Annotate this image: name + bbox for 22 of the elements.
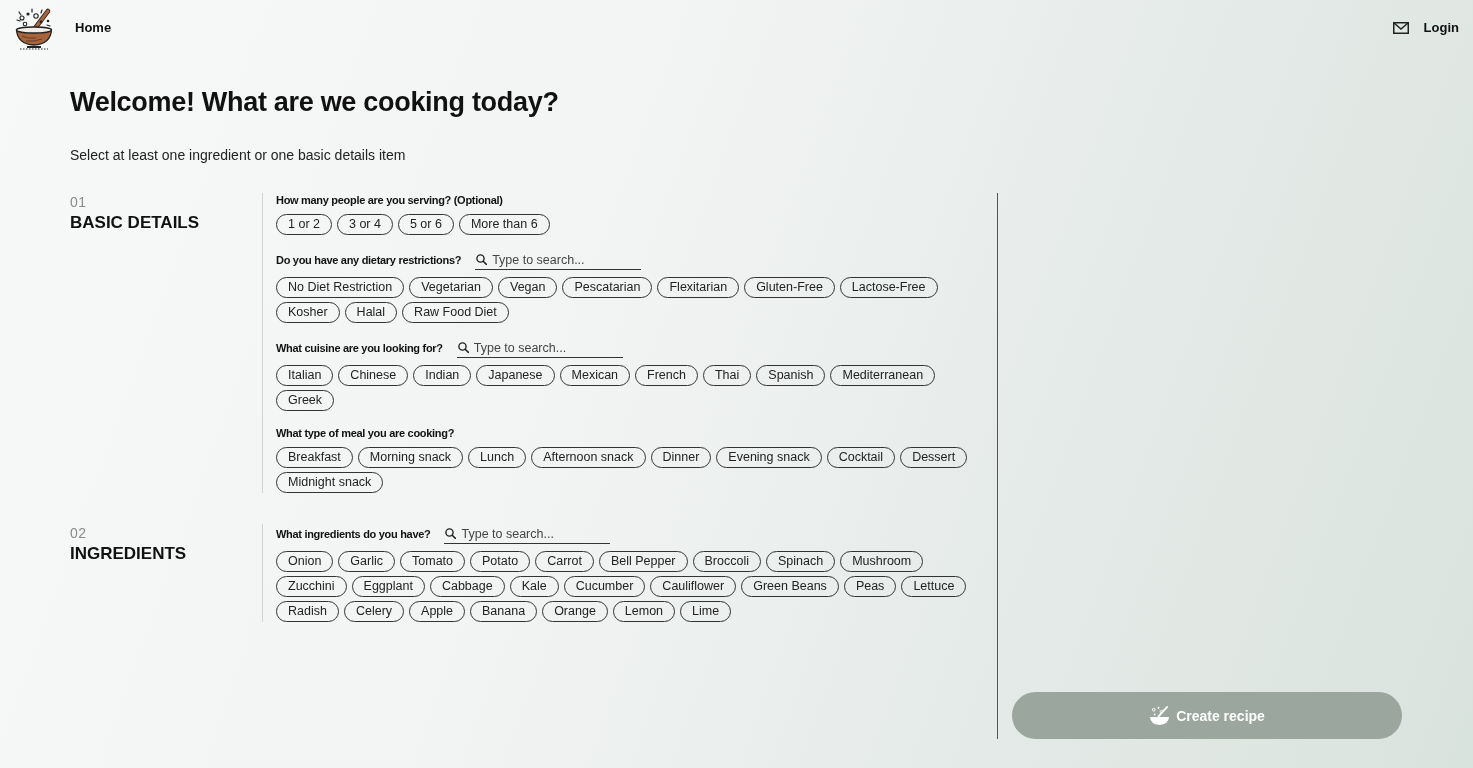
question-label: What cuisine are you looking for? [276,342,443,354]
login-link[interactable]: Login [1423,20,1459,36]
question-label: Do you have any dietary restrictions? [276,254,462,266]
section-number: 01 [70,193,88,211]
search-field[interactable]: Type to search... [456,338,623,358]
bowl-icon [1149,705,1171,726]
search-field[interactable]: Type to search... [444,524,611,544]
search-icon [445,528,457,539]
question-label: How many people are you serving? (Optional) [276,194,503,206]
page-subtitle: Select at least one ingredient or one basic details item [70,146,407,165]
mail-icon[interactable] [1392,22,1409,34]
section-number: 02 [70,524,88,542]
section-title: BASIC DETAILS [70,212,201,234]
question-label: What type of meal you are cooking? [276,427,455,439]
section-title: INGREDIENTS [70,543,188,565]
bowl-logo-icon[interactable] [14,6,54,50]
search-icon [457,342,469,353]
search-field[interactable]: Type to search... [475,250,642,270]
home-link[interactable]: Home [75,20,112,36]
question-label: What ingredients do you have? [276,528,431,540]
search-icon [476,254,488,265]
page-title: Welcome! What are we cooking today? [70,86,560,119]
